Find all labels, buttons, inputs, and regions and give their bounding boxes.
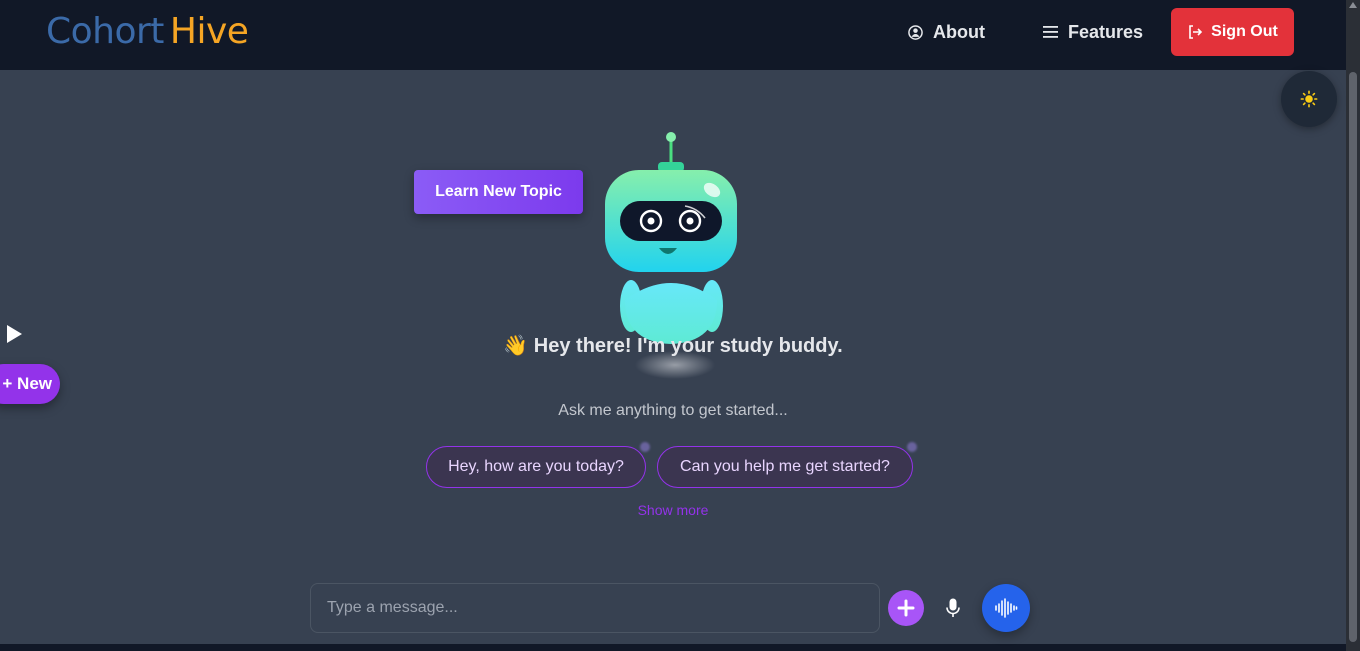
- microphone-button[interactable]: [940, 594, 966, 622]
- voice-mode-button[interactable]: [982, 584, 1030, 632]
- suggestion-chip-1[interactable]: Hey, how are you today?: [426, 446, 646, 488]
- new-chat-label: + New: [2, 374, 52, 393]
- suggestion-chip-1-label: Hey, how are you today?: [448, 458, 624, 475]
- plus-icon: [897, 599, 915, 617]
- logout-icon: [1189, 25, 1203, 39]
- greeting-heading: 👋 Hey there! I'm your study buddy.: [0, 334, 1346, 358]
- nav-about-link[interactable]: About: [908, 20, 985, 44]
- logo-part-cohort: Cohort: [46, 11, 164, 52]
- user-circle-icon: [908, 24, 923, 40]
- waving-hand-emoji: 👋: [503, 335, 529, 357]
- logo-part-hive: Hive: [169, 11, 249, 52]
- bottom-strip: [0, 644, 1346, 651]
- nav-about-label: About: [933, 21, 985, 42]
- learn-new-topic-button[interactable]: Learn New Topic: [414, 170, 583, 214]
- sign-out-button[interactable]: Sign Out: [1171, 8, 1294, 56]
- theme-toggle-button[interactable]: [1281, 71, 1337, 127]
- show-more-label: Show more: [637, 502, 709, 518]
- greeting-subtext: Ask me anything to get started...: [558, 402, 788, 419]
- sign-out-label: Sign Out: [1211, 23, 1278, 40]
- greeting-text: Hey there! I'm your study buddy.: [533, 335, 843, 357]
- nav-features-label: Features: [1068, 21, 1144, 42]
- scroll-up-arrow[interactable]: [1349, 2, 1357, 8]
- top-navbar: Cohort Hive About Features Sign Out: [0, 0, 1346, 70]
- nav-features-link[interactable]: Features: [1043, 20, 1143, 44]
- menu-icon: [1043, 26, 1058, 38]
- suggestion-chip-2[interactable]: Can you help me get started?: [657, 446, 913, 488]
- learn-new-topic-label: Learn New Topic: [435, 183, 562, 200]
- microphone-icon: [946, 598, 960, 617]
- message-input[interactable]: [310, 583, 880, 633]
- suggestion-chip-2-label: Can you help me get started?: [680, 458, 890, 475]
- chip-1-sparkle: [640, 442, 650, 452]
- attach-button[interactable]: [888, 590, 924, 626]
- chip-2-sparkle: [907, 442, 917, 452]
- waveform-icon: [995, 598, 1018, 618]
- show-more-link[interactable]: Show more: [0, 502, 1346, 518]
- sun-icon: [1300, 90, 1318, 108]
- app-logo[interactable]: Cohort Hive: [46, 11, 249, 52]
- new-chat-button[interactable]: + New: [0, 364, 60, 404]
- page-scrollbar-thumb[interactable]: [1349, 72, 1357, 642]
